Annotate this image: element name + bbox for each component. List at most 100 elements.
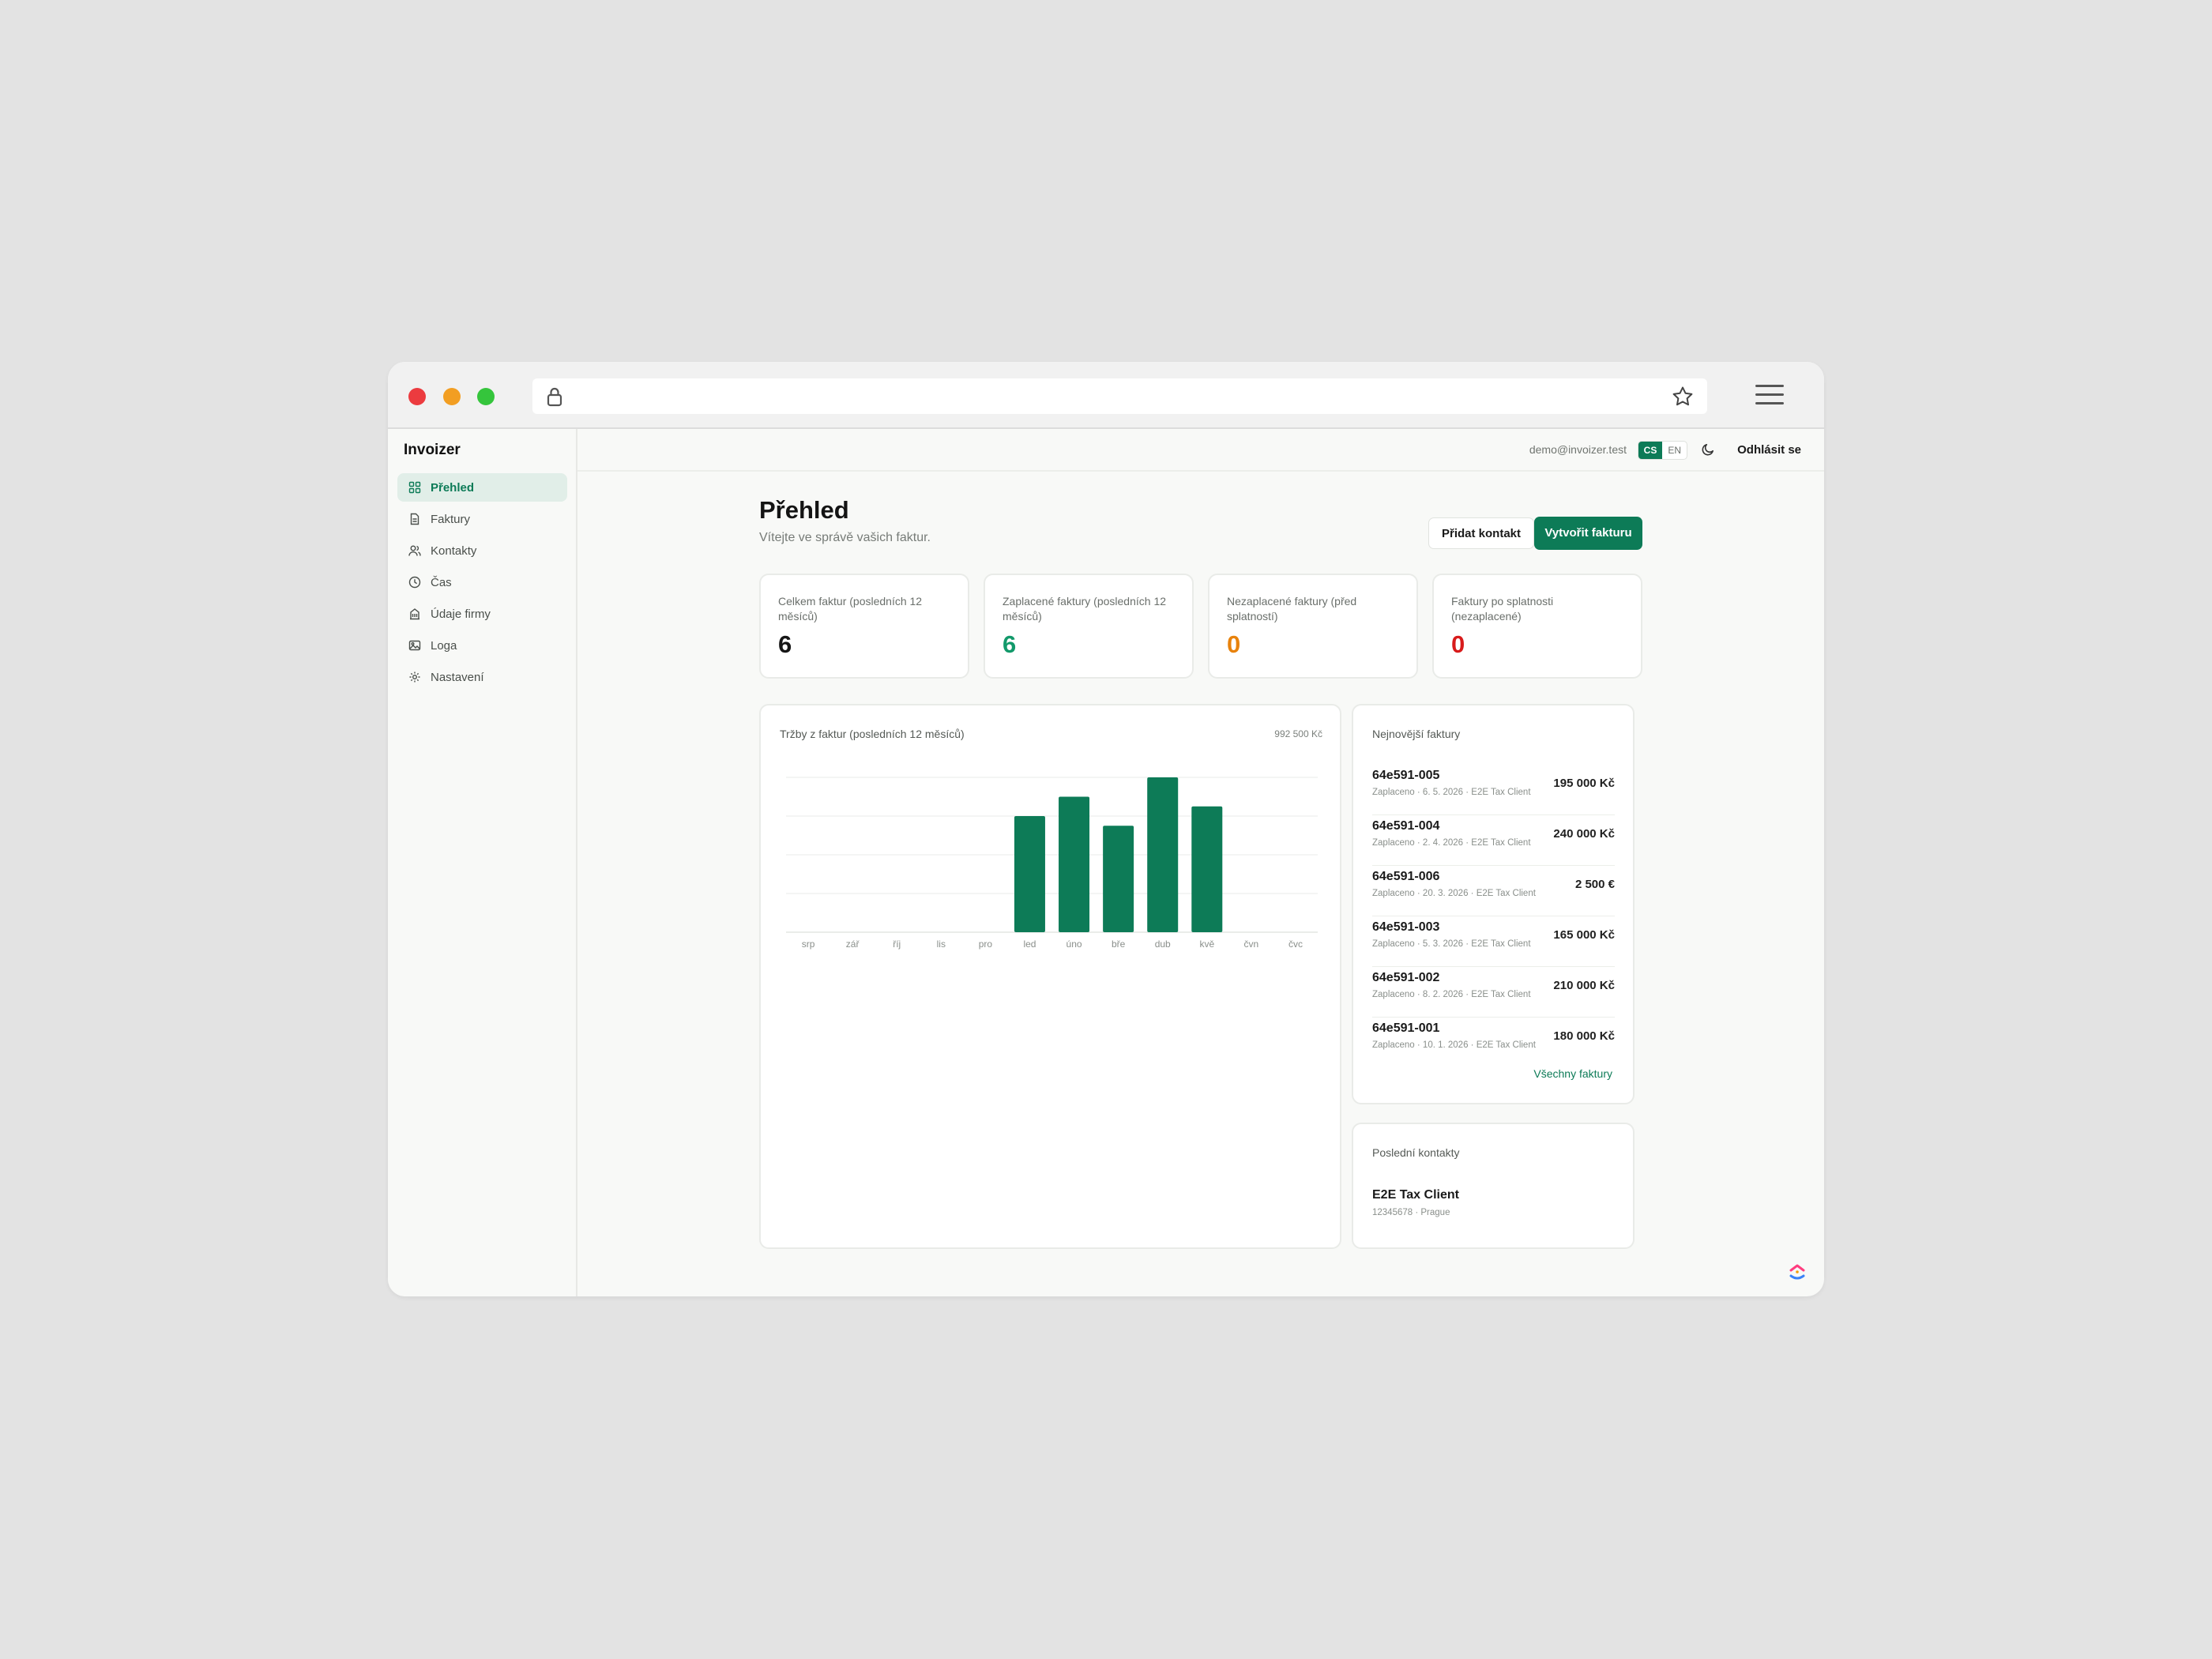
lock-icon <box>547 387 562 407</box>
chart-tick-label: zář <box>846 939 860 950</box>
recent-contacts-title: Poslední kontakty <box>1372 1146 1460 1159</box>
sidebar-item-prehled[interactable]: Přehled <box>397 473 567 502</box>
page-subtitle: Vítejte ve správě vašich faktur. <box>759 531 931 544</box>
lang-en-button[interactable]: EN <box>1662 442 1687 459</box>
building-icon <box>410 608 419 620</box>
logout-button[interactable]: Odhlásit se <box>1737 443 1801 457</box>
address-bar[interactable] <box>532 378 1707 414</box>
invoice-meta: Zaplaceno · 2. 4. 2026 · E2E Tax Client <box>1372 838 1531 848</box>
stat-card-unpaid: Nezaplacené faktury (před splatností) 0 <box>1208 574 1418 679</box>
stat-label: Nezaplacené faktury (před splatností) <box>1227 595 1357 623</box>
invoice-number: 64e591-001 <box>1372 1021 1440 1035</box>
invoice-amount: 195 000 Kč <box>1553 777 1615 790</box>
browser-window: Invoizer Přehled Faktury Kontakty Čas Úd… <box>388 362 1824 1296</box>
invoice-number: 64e591-004 <box>1372 819 1440 833</box>
create-invoice-button[interactable]: Vytvořit fakturu <box>1534 517 1642 550</box>
add-contact-button[interactable]: Přidat kontakt <box>1428 517 1535 549</box>
user-email: demo@invoizer.test <box>1529 443 1627 456</box>
dashboard-icon <box>408 481 421 494</box>
image-icon <box>408 640 421 651</box>
invoice-number: 64e591-005 <box>1372 769 1440 782</box>
invoice-meta: Zaplaceno · 6. 5. 2026 · E2E Tax Client <box>1372 788 1531 797</box>
bookmark-star-icon[interactable] <box>1671 385 1695 408</box>
chart-tick-label: pro <box>979 939 993 950</box>
chart-tick-label: srp <box>802 939 815 950</box>
stat-label: Faktury po splatnosti (nezaplacené) <box>1451 595 1554 623</box>
stat-card-paid: Zaplacené faktury (posledních 12 měsíců)… <box>984 574 1194 679</box>
sidebar-item-cas[interactable]: Čas <box>397 568 567 596</box>
sidebar-item-label: Údaje firmy <box>431 607 491 621</box>
sidebar-item-label: Přehled <box>431 480 475 495</box>
recent-invoices-title: Nejnovější faktury <box>1372 728 1461 740</box>
invoice-meta: Zaplaceno · 8. 2. 2026 · E2E Tax Client <box>1372 990 1531 999</box>
revenue-bar-chart: srp zář říj lis pro led úno bře dub kvě čvn čvc <box>786 777 1318 950</box>
recent-invoices-list: 64e591-005 Zaplaceno · 6. 5. 2026 · E2E … <box>1372 766 1615 1068</box>
invoice-meta: Zaplaceno · 5. 3. 2026 · E2E Tax Client <box>1372 939 1531 949</box>
sidebar-item-label: Čas <box>431 575 452 589</box>
invoice-amount: 210 000 Kč <box>1553 979 1615 992</box>
invoice-amount: 180 000 Kč <box>1553 1029 1615 1043</box>
sidebar: Invoizer Přehled Faktury Kontakty Čas Úd… <box>388 429 577 1296</box>
browser-chrome <box>388 362 1824 429</box>
all-invoices-link[interactable]: Všechny faktury <box>1533 1067 1612 1080</box>
moon-icon[interactable] <box>1701 442 1715 457</box>
language-switcher: CS EN <box>1637 441 1687 460</box>
chart-tick-label: dub <box>1155 939 1171 950</box>
stat-label: Celkem faktur (posledních 12 měsíců) <box>778 595 923 623</box>
close-window-button[interactable] <box>408 388 426 405</box>
sidebar-item-label: Nastavení <box>431 670 484 684</box>
invoice-meta: Zaplaceno · 20. 3. 2026 · E2E Tax Client <box>1372 889 1536 898</box>
minimize-window-button[interactable] <box>443 388 461 405</box>
revenue-chart-card: Tržby z faktur (posledních 12 měsíců) 99… <box>759 704 1341 1249</box>
chart-tick-label: led <box>1023 939 1036 950</box>
invoice-number: 64e591-002 <box>1372 971 1440 984</box>
stat-value: 6 <box>778 630 792 658</box>
chart-tick-label: kvě <box>1199 939 1214 950</box>
invoice-list-item[interactable]: 64e591-001 Zaplaceno · 10. 1. 2026 · E2E… <box>1372 1018 1615 1067</box>
invoice-list-item[interactable]: 64e591-004 Zaplaceno · 2. 4. 2026 · E2E … <box>1372 816 1615 866</box>
stat-label: Zaplacené faktury (posledních 12 měsíců) <box>1003 595 1167 623</box>
chart-tick-label: čvc <box>1288 939 1303 950</box>
sidebar-item-udaje-firmy[interactable]: Údaje firmy <box>397 600 567 628</box>
recent-invoices-card: Nejnovější faktury 64e591-005 Zaplaceno … <box>1352 704 1635 1104</box>
chart-bar-led[interactable] <box>1014 816 1045 932</box>
stat-value: 6 <box>1003 630 1017 658</box>
sidebar-item-label: Loga <box>431 638 457 653</box>
clock-icon <box>408 576 421 589</box>
sidebar-item-loga[interactable]: Loga <box>397 631 567 660</box>
sidebar-item-label: Faktury <box>431 512 471 526</box>
chart-bar-úno[interactable] <box>1059 796 1090 933</box>
maximize-window-button[interactable] <box>477 388 495 405</box>
chart-bar-kvě[interactable] <box>1191 806 1223 932</box>
stat-value: 0 <box>1227 630 1241 658</box>
recent-contacts-card: Poslední kontakty E2E Tax Client 1234567… <box>1352 1123 1635 1249</box>
chart-tick-label: říj <box>893 939 901 950</box>
invoice-list-item[interactable]: 64e591-005 Zaplaceno · 6. 5. 2026 · E2E … <box>1372 766 1615 815</box>
stat-card-overdue: Faktury po splatnosti (nezaplacené) 0 <box>1432 574 1642 679</box>
invoice-meta: Zaplaceno · 10. 1. 2026 · E2E Tax Client <box>1372 1040 1536 1050</box>
invoice-amount: 240 000 Kč <box>1553 827 1615 841</box>
invoice-list-item[interactable]: 64e591-002 Zaplaceno · 8. 2. 2026 · E2E … <box>1372 968 1615 1018</box>
sidebar-item-faktury[interactable]: Faktury <box>397 505 567 533</box>
sidebar-nav: Přehled Faktury Kontakty Čas Údaje firmy… <box>397 473 567 694</box>
sidebar-item-label: Kontakty <box>431 544 477 558</box>
chart-tick-label: úno <box>1066 939 1082 950</box>
users-icon <box>408 545 421 556</box>
assistant-widget-icon[interactable] <box>1788 1262 1807 1283</box>
page-title: Přehled <box>759 496 849 524</box>
document-icon <box>410 513 419 525</box>
lang-cs-button[interactable]: CS <box>1638 442 1663 459</box>
invoice-list-item[interactable]: 64e591-006 Zaplaceno · 20. 3. 2026 · E2E… <box>1372 867 1615 916</box>
invoice-number: 64e591-006 <box>1372 870 1440 883</box>
chart-bar-dub[interactable] <box>1147 777 1179 932</box>
stat-card-total: Celkem faktur (posledních 12 měsíců) 6 <box>759 574 969 679</box>
contact-name[interactable]: E2E Tax Client <box>1372 1188 1459 1202</box>
sidebar-item-nastaveni[interactable]: Nastavení <box>397 663 567 691</box>
invoice-list-item[interactable]: 64e591-003 Zaplaceno · 5. 3. 2026 · E2E … <box>1372 917 1615 967</box>
stat-value: 0 <box>1451 630 1465 658</box>
chart-bar-bře[interactable] <box>1103 826 1134 932</box>
invoice-number: 64e591-003 <box>1372 920 1440 934</box>
hamburger-menu-icon[interactable] <box>1755 383 1784 407</box>
top-bar: demo@invoizer.test CS EN Odhlásit se <box>577 429 1824 472</box>
sidebar-item-kontakty[interactable]: Kontakty <box>397 536 567 565</box>
